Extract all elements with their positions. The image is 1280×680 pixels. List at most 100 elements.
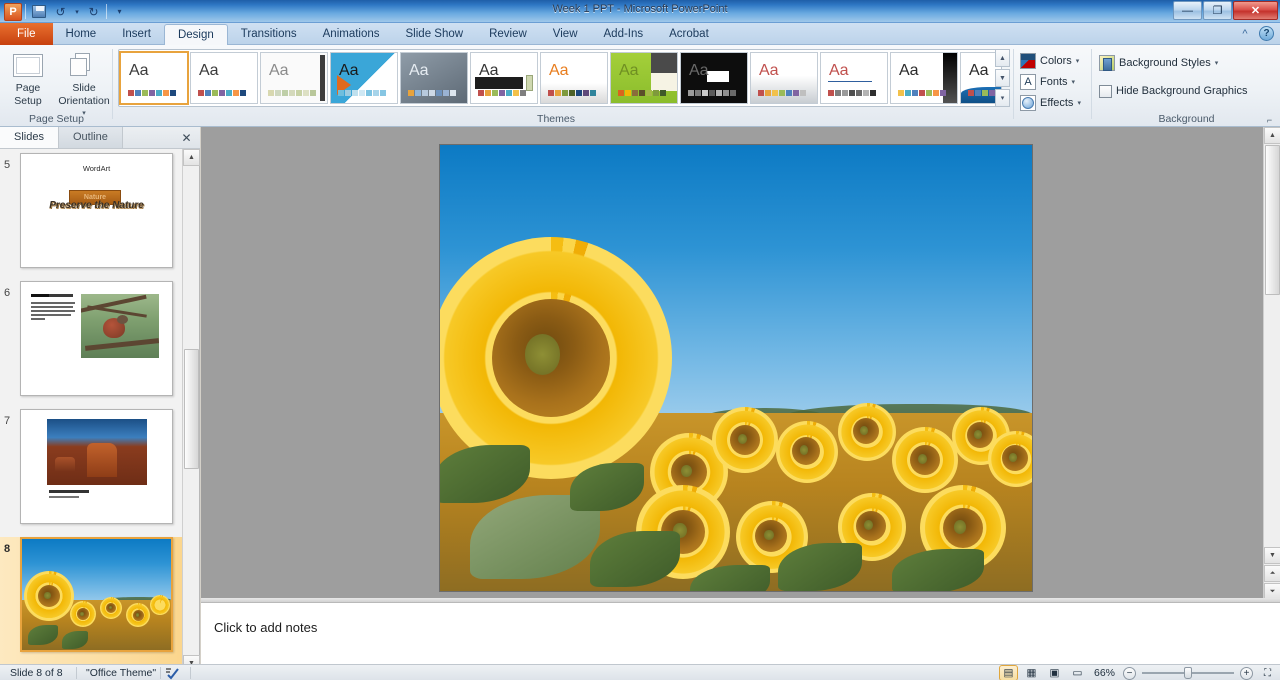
restore-button[interactable]: ❐: [1203, 1, 1232, 20]
tab-slide-show[interactable]: Slide Show: [393, 23, 477, 45]
current-slide[interactable]: [440, 145, 1032, 591]
fit-slide-to-window-button[interactable]: ⛶: [1259, 666, 1276, 680]
theme-color-swatches: [478, 90, 526, 96]
minimize-ribbon-icon[interactable]: ^: [1237, 26, 1253, 42]
theme-austin[interactable]: Aa: [540, 52, 608, 104]
slides-panel-scrollbar[interactable]: ▲ ▼: [182, 149, 200, 672]
scrollbar-thumb[interactable]: [184, 349, 199, 469]
tab-insert[interactable]: Insert: [109, 23, 164, 45]
canvas-scroll-up-icon[interactable]: ▲: [1264, 127, 1280, 144]
group-divider-3: [1091, 49, 1092, 119]
theme-black-tie[interactable]: Aa: [610, 52, 678, 104]
theme-aspect[interactable]: Aa: [470, 52, 538, 104]
tab-home[interactable]: Home: [53, 23, 110, 45]
checkbox-icon[interactable]: [1099, 84, 1112, 98]
effects-button[interactable]: Effects ▾: [1020, 93, 1081, 113]
canvas-scroll-down-icon[interactable]: ▼: [1264, 547, 1280, 564]
zoom-level[interactable]: 66%: [1092, 667, 1117, 680]
colors-button[interactable]: Colors ▾: [1020, 51, 1079, 71]
slide-list-item-5[interactable]: 5 WordArt Nature Preserve the Nature: [0, 153, 183, 281]
slide-thumbnail-7[interactable]: [20, 409, 173, 524]
theme-apothecary[interactable]: Aa: [400, 52, 468, 104]
theme-adjacency[interactable]: Aa: [190, 52, 258, 104]
fonts-button[interactable]: A Fonts ▾: [1020, 72, 1075, 92]
theme-civic[interactable]: Aa: [680, 52, 748, 104]
hide-background-graphics-checkbox[interactable]: Hide Background Graphics: [1099, 81, 1247, 101]
slide-list-item-8[interactable]: 8: [0, 537, 183, 665]
status-bar-right: ▤ ▦ ▣ ▭ 66% − + ⛶: [998, 665, 1276, 680]
spell-check-icon[interactable]: [164, 667, 184, 680]
help-icon[interactable]: ?: [1259, 26, 1274, 41]
zoom-slider[interactable]: [1142, 666, 1234, 680]
canvas-scrollbar-thumb[interactable]: [1265, 145, 1280, 295]
fonts-label: Fonts: [1040, 76, 1068, 88]
slide-orientation-button[interactable]: Slide Orientation ▾: [56, 49, 112, 119]
slide-orientation-label-text: Orientation: [58, 95, 110, 107]
theme-color-swatches: [408, 90, 456, 96]
chevron-down-icon-colors: ▾: [1075, 58, 1080, 65]
close-button[interactable]: ✕: [1233, 1, 1278, 20]
themes-scroll-down-icon[interactable]: ▼: [995, 69, 1010, 87]
group-label-themes: Themes: [537, 113, 575, 125]
theme-clarity[interactable]: Aa: [750, 52, 818, 104]
view-normal[interactable]: ▤: [998, 665, 1018, 680]
view-slide-sorter[interactable]: ▦: [1023, 666, 1040, 680]
themes-more-icon[interactable]: ▾: [995, 89, 1010, 107]
tab-animations[interactable]: Animations: [310, 23, 393, 45]
slide-indicator[interactable]: Slide 8 of 8: [2, 667, 71, 680]
theme-preview-text: Aa: [759, 62, 779, 79]
zoom-in-button[interactable]: +: [1240, 666, 1253, 680]
scroll-up-icon[interactable]: ▲: [183, 149, 200, 166]
minimize-button[interactable]: —: [1173, 1, 1202, 20]
theme-color-swatches: [548, 90, 596, 96]
tab-transitions[interactable]: Transitions: [228, 23, 310, 45]
tab-outline[interactable]: Outline: [58, 127, 123, 148]
tab-design[interactable]: Design: [163, 24, 228, 45]
theme-name[interactable]: "Office Theme": [78, 667, 164, 680]
tab-view[interactable]: View: [540, 23, 591, 45]
theme-angles[interactable]: Aa: [260, 52, 328, 104]
canvas-scrollbar[interactable]: ▲ ▼ ⏶ ⏷: [1263, 127, 1280, 600]
view-slide-show[interactable]: ▭: [1069, 666, 1086, 680]
previous-slide-icon[interactable]: ⏶: [1264, 565, 1280, 582]
tab-slides[interactable]: Slides: [0, 127, 59, 148]
slide8-sunflower-scene: [22, 539, 171, 650]
slide-list-item-7[interactable]: 7: [0, 409, 183, 537]
group-label-page-setup: Page Setup: [29, 113, 84, 125]
background-dialog-launcher[interactable]: ⌐: [1264, 114, 1275, 125]
theme-office[interactable]: Aa: [119, 51, 189, 105]
group-themes: Aa Aa Aa Aa Aa Aa Aa Aa Aa Aa Aa Aa Aa ▲ ▼ ▾ Themes: [114, 45, 1014, 127]
slide-list-item-6[interactable]: 6: [0, 281, 183, 409]
notes-pane[interactable]: Click to add notes: [201, 602, 1280, 664]
slide5-title: WordArt: [82, 164, 111, 173]
status-bar: Slide 8 of 8 "Office Theme" ▤ ▦ ▣ ▭ 66% …: [0, 664, 1280, 680]
chevron-down-icon-bgstyles: ▾: [1214, 60, 1219, 67]
themes-gallery-scroll[interactable]: ▲ ▼ ▾: [995, 49, 1010, 107]
theme-apex[interactable]: Aa: [330, 52, 398, 104]
tab-review[interactable]: Review: [476, 23, 540, 45]
page-setup-button[interactable]: Page Setup: [4, 49, 52, 107]
tab-file[interactable]: File: [0, 23, 53, 45]
slide-thumbnail-5[interactable]: WordArt Nature Preserve the Nature: [20, 153, 173, 268]
chevron-down-icon-fonts: ▾: [1071, 79, 1076, 86]
slide-thumbnail-8[interactable]: [20, 537, 173, 652]
background-styles-button[interactable]: Background Styles ▾: [1099, 53, 1218, 73]
close-panel-icon[interactable]: ✕: [179, 130, 194, 145]
theme-preview-text: Aa: [689, 62, 709, 79]
tab-add-ins[interactable]: Add-Ins: [591, 23, 657, 45]
tab-acrobat[interactable]: Acrobat: [656, 23, 722, 45]
themes-gallery[interactable]: Aa Aa Aa Aa Aa Aa Aa Aa Aa Aa Aa Aa Aa: [118, 49, 1002, 107]
themes-scroll-up-icon[interactable]: ▲: [995, 49, 1010, 67]
slide7-desert-photo: [47, 419, 147, 485]
slide6-bird-photo: [81, 294, 159, 358]
view-reading[interactable]: ▣: [1046, 666, 1063, 680]
slide-editing-canvas[interactable]: [201, 127, 1263, 680]
slide-thumbnail-list[interactable]: 5 WordArt Nature Preserve the Nature 6 7…: [0, 149, 183, 672]
zoom-out-button[interactable]: −: [1123, 666, 1136, 680]
status-divider-3: [190, 667, 191, 679]
slide-thumbnail-6[interactable]: [20, 281, 173, 396]
zoom-slider-handle[interactable]: [1184, 667, 1192, 679]
theme-preview-text: Aa: [479, 62, 499, 79]
theme-concourse[interactable]: Aa: [890, 52, 958, 104]
theme-composite[interactable]: Aa: [820, 52, 888, 104]
